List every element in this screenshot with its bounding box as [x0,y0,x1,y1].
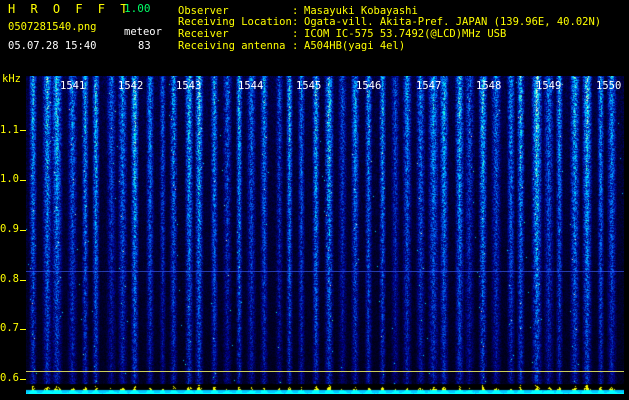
info-value-location: Ogata-vill. Akita-Pref. JAPAN (139.96E, … [304,16,602,28]
info-sep-receiver: : [292,28,299,40]
y-tick-label-1-0: 1.0 [0,173,19,185]
file-name: 0507281540.png [8,21,97,33]
info-value-antenna: A504HB(yagi 4el) [304,40,406,52]
info-key-receiver: Receiver [178,28,229,40]
file-datetime: 05.07.28 15:40 [8,40,97,52]
spectrogram-plot [26,76,624,394]
info-sep-observer: : [292,5,299,17]
y-tick-mark [20,280,26,281]
x-tick-label-1549: 1549 [536,80,562,92]
y-tick-mark [20,180,26,181]
y-tick-label-0-6: 0.6 [0,372,19,384]
y-tick-mark [20,130,26,131]
spectrogram-canvas [26,76,624,394]
x-tick-label-1545: 1545 [296,80,322,92]
x-tick-label-1547: 1547 [416,80,442,92]
x-tick-label-1546: 1546 [356,80,382,92]
x-tick-label-1544: 1544 [238,80,264,92]
y-tick-label-0-8: 0.8 [0,273,19,285]
info-key-antenna: Receiving antenna [178,40,286,52]
x-tick-label-1548: 1548 [476,80,502,92]
x-tick-label-1542: 1542 [118,80,144,92]
x-tick-label-1550: 1550 [596,80,622,92]
info-value-receiver: ICOM IC-575 53.7492(@LCD)MHz USB [304,28,507,40]
meteor-label: meteor [124,26,162,38]
reference-line-upper [26,271,624,272]
info-key-observer: Observer [178,5,229,17]
app-title: H R O F F T [8,2,132,16]
y-tick-label-0-7: 0.7 [0,322,19,334]
meteor-count: 83 [138,40,151,52]
y-tick-mark [20,379,26,380]
info-value-observer: Masayuki Kobayashi [304,5,418,17]
x-tick-label-1541: 1541 [60,80,86,92]
y-tick-label-0-9: 0.9 [0,223,19,235]
info-key-location: Receiving Location [178,16,292,28]
y-tick-mark [20,329,26,330]
y-tick-label-1-1: 1.1 [0,124,19,136]
x-tick-label-1543: 1543 [176,80,202,92]
info-sep-antenna: : [292,40,299,52]
reference-line-lower [26,371,624,372]
info-sep-location: : [292,16,299,28]
y-axis-unit: kHz [2,73,21,85]
app-version: 1.00 [124,2,151,15]
y-tick-mark [20,230,26,231]
